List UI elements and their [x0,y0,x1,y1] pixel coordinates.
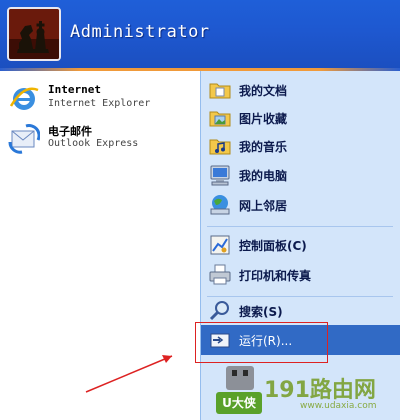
username-label: Administrator [70,22,210,42]
place-label: 控制面板(C) [239,239,307,253]
internet-explorer-icon [9,87,39,110]
network-places-icon [210,195,230,215]
place-label: 图片收藏 [239,112,288,126]
chess-pieces-icon [9,9,59,59]
place-label: 打印机和传真 [239,269,312,283]
place-my-music[interactable]: 我的音乐 [201,131,400,161]
control-panel-icon [210,235,230,255]
place-my-computer[interactable]: 我的电脑 [201,160,400,190]
brand-logo: U大侠 [216,392,262,414]
search-icon [209,301,229,321]
place-network[interactable]: 网上邻居 [201,190,400,220]
site-watermark: 191路由网 [264,378,376,403]
pinned-internet-explorer[interactable]: Internet Internet Explorer [6,79,196,117]
run-highlight-box [195,322,328,363]
pinned-programs-pane: Internet Internet Explorer 电子邮件 Outlook … [0,71,200,420]
user-header: Administrator [0,0,400,68]
my-documents-icon [209,83,231,99]
place-my-documents[interactable]: 我的文档 [201,75,400,105]
place-label: 我的电脑 [239,169,288,183]
site-url: www.udaxia.com [300,401,377,411]
pinned-item-subtitle: Outlook Express [48,138,139,149]
place-label: 我的文档 [239,84,288,98]
place-label: 搜索(S) [239,305,283,319]
my-pictures-icon [209,111,231,127]
place-control-panel[interactable]: 控制面板(C) [201,230,400,260]
my-music-icon [209,139,231,155]
pinned-outlook-express[interactable]: 电子邮件 Outlook Express [6,119,196,157]
printers-faxes-icon [209,264,231,285]
user-avatar[interactable] [7,7,61,61]
place-printers[interactable]: 打印机和传真 [201,260,400,290]
pinned-item-subtitle: Internet Explorer [48,98,151,109]
pinned-item-title: Internet [48,83,101,96]
pinned-item-title: 电子邮件 [48,125,92,138]
my-computer-icon [210,165,230,186]
outlook-express-icon [8,124,40,154]
place-my-pictures[interactable]: 图片收藏 [201,103,400,133]
place-label: 网上邻居 [239,199,288,213]
places-separator [207,226,393,227]
place-label: 我的音乐 [239,140,288,154]
